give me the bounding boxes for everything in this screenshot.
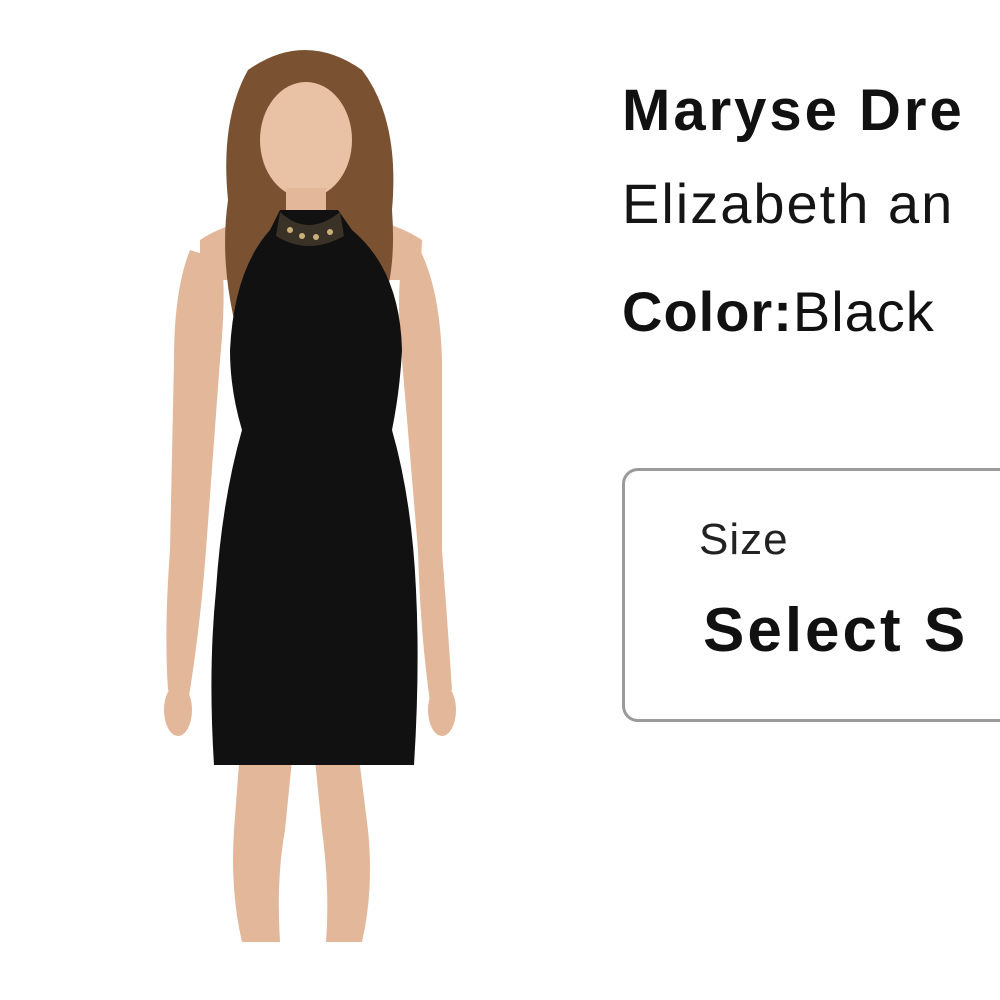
color-value: Black: [792, 280, 935, 343]
product-brand[interactable]: Elizabeth an: [622, 172, 954, 236]
size-select-value: Select S: [703, 596, 969, 665]
color-label: Color:: [622, 280, 793, 343]
product-title: Maryse Dre: [622, 78, 965, 143]
size-select-label: Size: [699, 515, 789, 564]
product-info-panel: Maryse Dre Elizabeth an Color:Black Size…: [622, 0, 1000, 1000]
product-color: Color:Black: [622, 280, 935, 344]
product-image[interactable]: [130, 30, 490, 945]
size-select-dropdown[interactable]: Size Select S: [622, 468, 1000, 722]
model-illustration: [164, 50, 456, 942]
